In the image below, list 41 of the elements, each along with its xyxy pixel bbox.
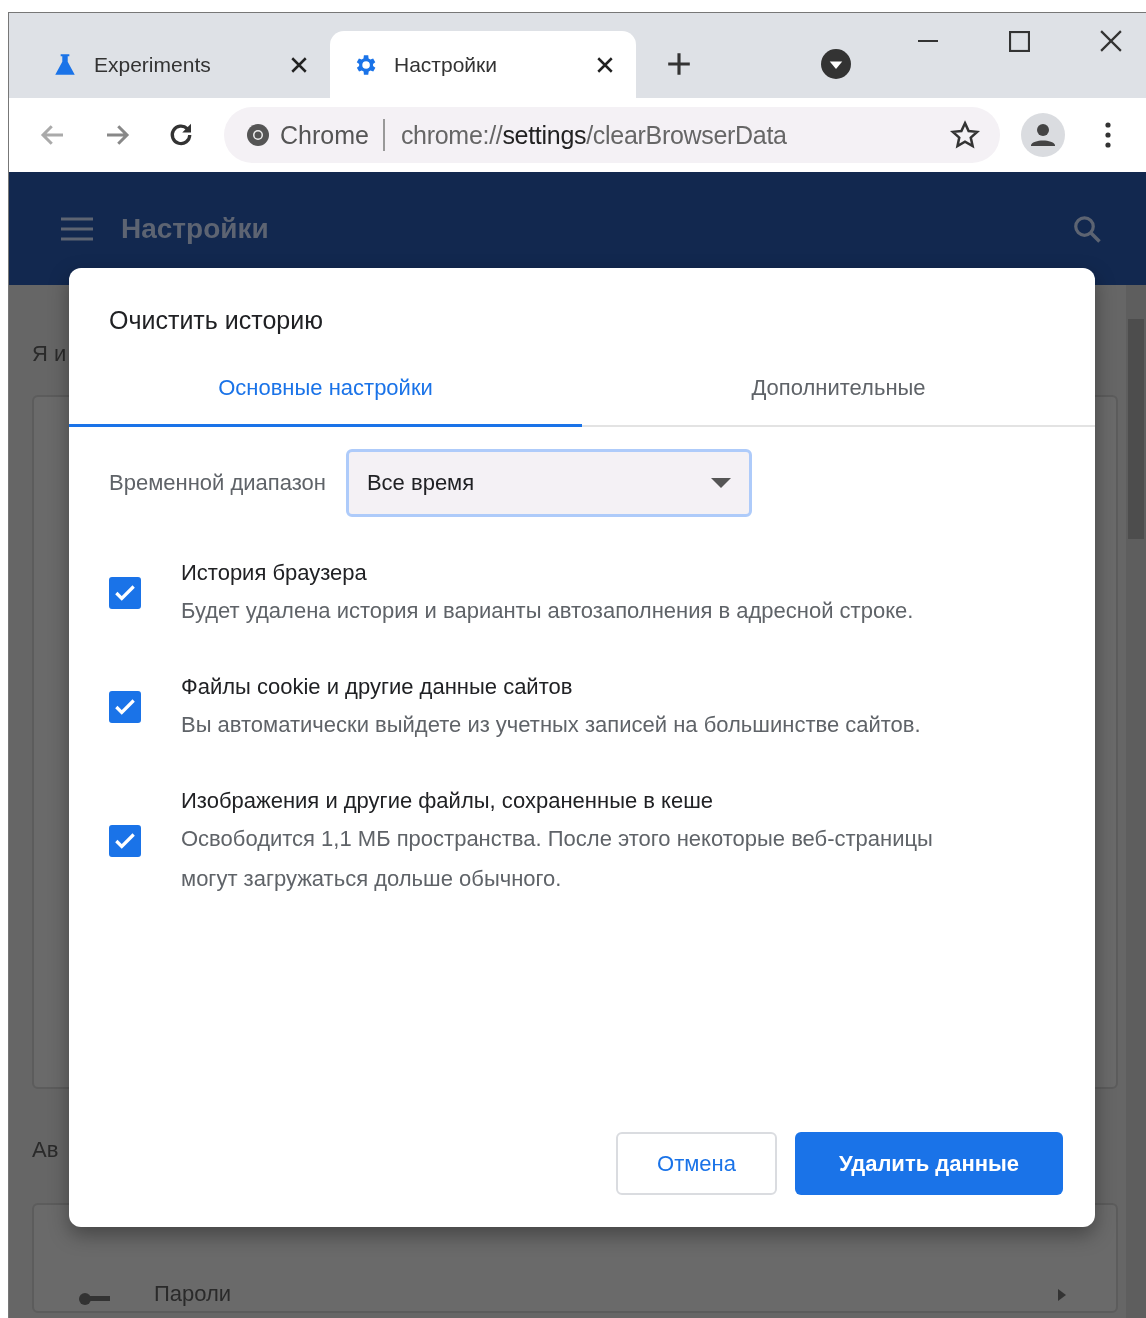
field-label: Временной диапазон	[109, 470, 326, 496]
menu-icon[interactable]	[1105, 122, 1111, 148]
avatar-icon[interactable]	[1021, 113, 1065, 157]
option-title: История браузера	[181, 559, 368, 587]
dialog-tab[interactable]: Дополнительные	[582, 361, 1095, 427]
browser-tab[interactable]: Experiments	[30, 31, 330, 98]
checkbox[interactable]	[109, 577, 141, 609]
dropdown-icon[interactable]	[821, 49, 851, 79]
star-icon[interactable]	[950, 120, 980, 150]
scrollbar[interactable]	[1126, 285, 1146, 1318]
browser-tab[interactable]: Настройки	[330, 31, 636, 98]
caret-icon	[710, 478, 731, 488]
dialog-title: Очистить историю	[108, 305, 324, 335]
minimize-icon[interactable]	[917, 39, 939, 43]
checkbox[interactable]	[109, 825, 141, 857]
delete-button[interactable]: Удалить данные	[795, 1132, 1063, 1195]
option-description: Вы автоматически выйдете из учетных записей на большинстве сайтов.	[181, 711, 922, 739]
caret-icon	[1058, 1289, 1066, 1301]
section-heading: Ав	[32, 1137, 59, 1163]
close-icon[interactable]	[290, 55, 308, 74]
key-icon	[78, 1291, 110, 1307]
option-title: Изображения и другие файлы, сохраненные в кеше	[181, 787, 715, 815]
new-tab-icon[interactable]	[667, 52, 691, 76]
time-range-dropdown[interactable]: Все время	[345, 449, 752, 517]
search-icon[interactable]	[1072, 213, 1102, 244]
flask-icon	[52, 51, 78, 78]
chrome-logo-icon	[246, 123, 270, 147]
option-title: Файлы cookie и другие данные сайтов	[181, 673, 574, 701]
site-label: Chrome	[280, 120, 369, 150]
url-text: chrome://settings/clearBrowserData	[400, 120, 787, 150]
page-title: Настройки	[121, 212, 269, 245]
maximize-icon[interactable]	[1009, 30, 1030, 52]
close-icon[interactable]	[596, 55, 614, 74]
option-description: Будет удалена история и варианты автозаполнения в адресной строке.	[181, 597, 915, 625]
checkbox[interactable]	[109, 691, 141, 723]
dialog-tab[interactable]: Основные настройки	[69, 361, 582, 427]
cancel-button[interactable]: Отмена	[616, 1132, 777, 1195]
address-bar[interactable]: Chrome chrome://settings/clearBrowserData	[224, 107, 1000, 163]
section-heading: Я и	[32, 341, 67, 367]
close-icon[interactable]	[1100, 30, 1122, 52]
option-description: Освободится 1,1 МБ пространства. После этого некоторые веб-страницы могут загружаться дольше обычного.	[181, 825, 934, 893]
